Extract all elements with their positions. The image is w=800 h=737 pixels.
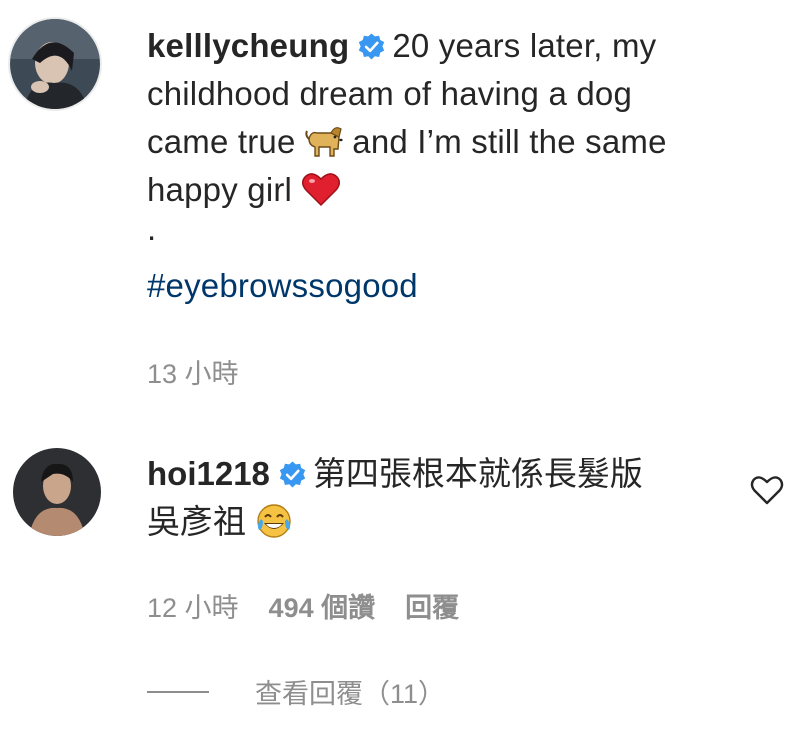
post-author-avatar[interactable] bbox=[8, 17, 102, 111]
caption-line-2: childhood dream of having a dog bbox=[147, 75, 633, 112]
comment-likes-count[interactable]: 494 個讚 bbox=[269, 593, 376, 623]
comment-meta: 12 小時 494 個讚 回覆 bbox=[147, 586, 489, 625]
caption-text-4: happy girl bbox=[147, 171, 293, 208]
red-heart-emoji-icon bbox=[302, 173, 341, 207]
dog-emoji-icon bbox=[305, 127, 343, 157]
caption-line-1: kelllycheung 20 years later, my bbox=[147, 22, 767, 70]
comment-line-2: 吳彥祖 bbox=[147, 498, 727, 546]
view-replies-button[interactable]: 查看回覆（11） bbox=[147, 672, 445, 711]
caption-line-4: happy girl bbox=[147, 166, 767, 214]
tears-of-joy-emoji-icon bbox=[257, 504, 291, 538]
commenter-username[interactable]: hoi1218 bbox=[147, 455, 270, 492]
view-replies-label[interactable]: 查看回覆（11） bbox=[255, 672, 445, 711]
post-username[interactable]: kelllycheung bbox=[147, 27, 349, 64]
verified-badge-icon bbox=[279, 461, 306, 488]
caption-line-3: came true and I’m still the same bbox=[147, 118, 767, 166]
comment-text-1: 第四張根本就係長髮版 bbox=[312, 455, 643, 492]
post-caption: kelllycheung 20 years later, my childhood… bbox=[147, 22, 767, 310]
like-comment-heart-icon[interactable] bbox=[750, 474, 784, 506]
verified-badge-icon bbox=[359, 33, 385, 60]
hashtag-link[interactable]: #eyebrowssogood bbox=[147, 262, 767, 310]
comment-text-2: 吳彥祖 bbox=[147, 503, 246, 540]
comment-timestamp[interactable]: 12 小時 bbox=[147, 593, 239, 623]
view-replies-divider bbox=[147, 690, 209, 693]
comment-line-1: hoi1218 第四張根本就係長髮版 bbox=[147, 450, 727, 498]
post-timestamp[interactable]: 13 小時 bbox=[147, 352, 239, 391]
comment-body: hoi1218 第四張根本就係長髮版 吳彥祖 bbox=[147, 450, 727, 546]
commenter-avatar[interactable] bbox=[13, 448, 101, 536]
caption-dot: . bbox=[147, 210, 157, 247]
caption-text-3b: and I’m still the same bbox=[352, 123, 667, 160]
reply-button[interactable]: 回覆 bbox=[405, 593, 459, 623]
caption-text-3a: came true bbox=[147, 123, 296, 160]
caption-text-1: 20 years later, my bbox=[392, 27, 657, 64]
